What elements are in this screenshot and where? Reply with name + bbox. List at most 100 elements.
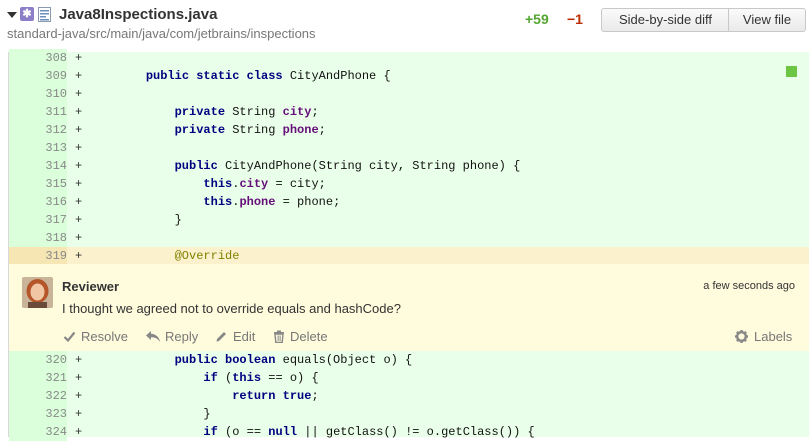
file-icon [38,7,51,22]
line-number-text: 318 [45,231,67,245]
code-text: if (this == o) { [203,371,319,385]
code-text: private String phone; [174,123,326,137]
line-number[interactable]: 318 [9,229,67,247]
line-number-text: 308 [45,51,67,65]
code-text: @Override [174,249,240,263]
line-number[interactable]: 321 [9,369,67,387]
line-number-text: 312 [45,123,67,137]
file-name[interactable]: Java8Inspections.java [59,6,217,23]
diff-view-continued: 320 + public boolean equals(Object o) {32… [8,351,809,441]
labels-label: Labels [754,329,793,344]
diff-line: 318 + [9,229,809,247]
line-number[interactable]: 310 [9,85,67,103]
comment-actions: Resolve Reply Edit Delete Labels [9,328,809,346]
edit-label: Edit [233,329,256,344]
diff-sign: + [75,195,83,209]
diff-sign: + [75,69,83,83]
reply-icon [146,331,160,342]
code-text: if (o == null || getClass() != o.getClas… [203,425,535,439]
diff-sign: + [75,231,83,245]
delete-button[interactable]: Delete [273,328,337,346]
line-number[interactable]: 314 [9,157,67,175]
line-number-text: 320 [45,353,67,367]
modified-badge-icon: ✱ [20,7,34,21]
line-number[interactable]: 322 [9,387,67,405]
pencil-icon [216,332,226,342]
reply-button[interactable]: Reply [145,328,203,346]
line-number-text: 321 [45,371,67,385]
diff-line: 312 + private String phone; [9,121,809,139]
diff-sign: + [75,159,83,173]
comment-time: a few seconds ago [703,280,795,292]
diff-line: 317 + } [9,211,809,229]
diff-sign: + [75,177,83,191]
diff-sign: + [75,425,83,439]
line-number[interactable]: 315 [9,175,67,193]
diff-line: 322 + return true; [9,387,809,405]
line-number[interactable]: 316 [9,193,67,211]
review-comment: Reviewer a few seconds ago I thought we … [8,264,809,351]
diff-sign: + [75,407,83,421]
line-number[interactable]: 317 [9,211,67,229]
line-number[interactable]: 308 [9,49,67,67]
comment-text: I thought we agreed not to override equa… [62,301,401,316]
edit-button[interactable]: Edit [215,328,261,346]
line-number[interactable]: 323 [9,405,67,423]
line-number[interactable]: 313 [9,139,67,157]
added-count: +59 [525,11,549,27]
diff-line: 324 + if (o == null || getClass() != o.ge… [9,423,809,441]
code-text: return true; [232,389,319,403]
code-text: public static class CityAndPhone { [145,69,391,83]
diff-sign: + [75,389,83,403]
comment-author[interactable]: Reviewer [62,279,119,294]
change-marker [786,66,797,77]
code-text: public boolean equals(Object o) { [174,353,413,367]
line-number-text: 309 [45,69,67,83]
line-number[interactable]: 312 [9,121,67,139]
code-text: } [117,407,211,421]
diff-sign: + [75,87,83,101]
diff-line: 308 + [9,49,809,67]
resolve-label: Resolve [81,329,128,344]
diff-sign: + [75,249,83,263]
diff-sign: + [75,213,83,227]
diff-sign: + [75,353,83,367]
code-text: this.phone = phone; [203,195,341,209]
diff-sign: + [75,105,83,119]
line-number[interactable]: 311 [9,103,67,121]
line-number[interactable]: 324 [9,423,67,441]
check-icon [63,331,76,343]
diff-sign: + [75,141,83,155]
line-number-text: 317 [45,213,67,227]
side-by-side-diff-button[interactable]: Side-by-side diff [601,8,730,32]
collapse-caret-icon[interactable] [7,12,17,18]
code-text: this.city = city; [203,177,326,191]
code-text: public CityAndPhone(String city, String … [174,159,521,173]
line-number[interactable]: 320 [9,351,67,369]
line-number-text: 310 [45,87,67,101]
line-number-text: 319 [45,249,67,263]
diff-sign: + [75,123,83,137]
diff-line: 309 + public static class CityAndPhone { [9,67,809,85]
diff-line: 311 + private String city; [9,103,809,121]
file-header: ✱ Java8Inspections.java +59 −1 Side-by-s… [0,0,809,52]
diff-line: 315 + this.city = city; [9,175,809,193]
code-text: } [117,213,182,227]
line-number-text: 316 [45,195,67,209]
file-header-row: ✱ Java8Inspections.java +59 −1 Side-by-s… [0,3,809,32]
view-file-button[interactable]: View file [728,8,806,32]
trash-icon [274,330,284,343]
diff-line: 316 + this.phone = phone; [9,193,809,211]
line-number[interactable]: 309 [9,67,67,85]
line-number[interactable]: 319 [9,247,67,265]
labels-button[interactable]: Labels [735,328,797,346]
resolve-button[interactable]: Resolve [63,328,133,346]
diff-line: 320 + public boolean equals(Object o) { [9,351,809,369]
line-number-text: 323 [45,407,67,421]
diff-sign: + [75,371,83,385]
diff-line: 314 + public CityAndPhone(String city, St… [9,157,809,175]
delete-label: Delete [290,329,328,344]
reply-label: Reply [165,329,199,344]
diff-line: 313 + [9,139,809,157]
code-text: private String city; [174,105,319,119]
